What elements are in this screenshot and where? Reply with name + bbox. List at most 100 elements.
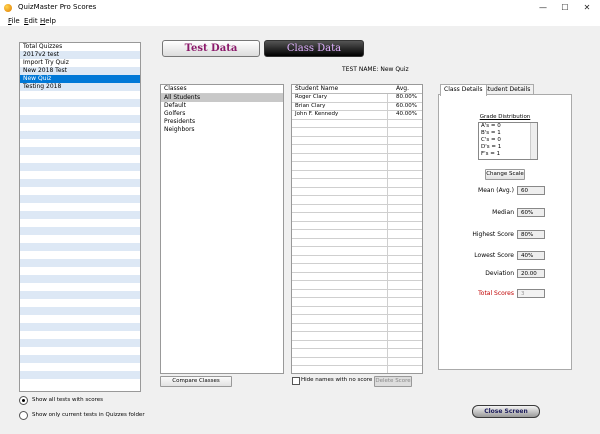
column-divider [387,281,388,289]
minimize-button[interactable]: — [532,1,554,15]
quiz-list-item[interactable]: Total Quizzes [20,43,140,51]
total-scores-field[interactable]: 3 [517,289,545,298]
show-all-option[interactable]: Show all tests with scores [19,395,103,405]
tab-class-details[interactable]: Class Details [440,84,487,96]
mean-field[interactable]: 60 [517,186,545,195]
menu-file[interactable]: File [8,17,20,25]
hide-names-checkbox[interactable] [292,377,300,385]
class-data-tab[interactable]: Class Data [264,40,364,57]
table-row[interactable] [292,289,422,298]
table-row[interactable] [292,196,422,205]
delete-score-button[interactable]: Delete Score [374,376,412,387]
table-row[interactable] [292,332,422,341]
column-divider [387,102,388,110]
table-row[interactable] [292,281,422,290]
class-list-item[interactable]: Default [161,102,283,110]
quiz-list-item[interactable]: Testing 2018 [20,83,140,91]
table-row[interactable]: Brian Clary 60.00% [292,102,422,111]
table-row[interactable] [292,340,422,349]
table-row[interactable] [292,145,422,154]
table-row[interactable]: John F. Kennedy 40.00% [292,111,422,120]
quiz-list-item [20,267,140,275]
table-row[interactable] [292,128,422,137]
quiz-list-item [20,123,140,131]
table-row[interactable] [292,366,422,373]
quiz-list-item [20,251,140,259]
table-row[interactable] [292,306,422,315]
table-row[interactable] [292,323,422,332]
close-window-button[interactable]: ✕ [576,1,598,15]
table-row[interactable] [292,221,422,230]
grade-distribution-list[interactable]: A's = 0 B's = 1 C's = 0 D's = 1 F's = 1 [478,122,538,160]
table-row[interactable] [292,238,422,247]
table-row[interactable] [292,187,422,196]
menu-help-label: elp [45,17,56,25]
table-row[interactable] [292,315,422,324]
show-current-option[interactable]: Show only current tests in Quizzes folde… [19,410,145,420]
quiz-list-item[interactable]: 2017v2 test [20,51,140,59]
quiz-list[interactable]: Total Quizzes 2017v2 test Import Try Quiz N… [19,42,141,392]
median-field[interactable]: 60% [517,208,545,217]
classes-list[interactable]: Classes All Students Default Golfers Presid… [160,84,284,374]
table-row[interactable] [292,247,422,256]
menu-edit-label: dit [28,17,38,25]
table-row[interactable] [292,272,422,281]
column-divider [387,213,388,221]
class-list-item[interactable]: All Students [161,94,283,102]
student-name-cell: Roger Clary [295,94,328,100]
table-row[interactable] [292,153,422,162]
highest-score-field[interactable]: 80% [517,230,545,239]
close-screen-button[interactable]: Close Screen [472,405,540,418]
lowest-score-field[interactable]: 40% [517,251,545,260]
table-row[interactable] [292,170,422,179]
table-row[interactable]: Roger Clary 80.00% [292,94,422,103]
test-data-tab[interactable]: Test Data [162,40,260,57]
quiz-list-item[interactable]: Import Try Quiz [20,59,140,67]
students-table[interactable]: Student Name Avg. Roger Clary 80.00% Brian… [291,84,423,374]
table-row[interactable] [292,357,422,366]
grade-list-scrollbar[interactable] [530,123,537,159]
column-divider [387,136,388,144]
maximize-button[interactable]: ☐ [554,1,576,15]
table-row[interactable] [292,119,422,128]
class-list-item[interactable]: Neighbors [161,126,283,134]
menu-bar: File Edit Help [0,16,600,26]
quiz-list-item [20,91,140,99]
table-row[interactable] [292,136,422,145]
show-current-label: Show only current tests in Quizzes folde… [32,412,145,418]
class-list-item[interactable]: Golfers [161,110,283,118]
quiz-list-item[interactable]: New 2018 Test [20,67,140,75]
table-row[interactable] [292,298,422,307]
grade-distribution-title: Grade Distribution [439,114,571,120]
column-divider [387,221,388,229]
show-current-radio[interactable] [19,410,28,420]
table-row[interactable] [292,204,422,213]
table-row[interactable] [292,230,422,239]
table-row[interactable] [292,349,422,358]
quiz-list-item [20,227,140,235]
menu-help[interactable]: Help [40,17,56,25]
column-divider [387,119,388,127]
quiz-list-item [20,323,140,331]
table-row[interactable] [292,255,422,264]
quiz-list-item [20,107,140,115]
show-all-radio[interactable] [19,395,28,405]
table-row[interactable] [292,179,422,188]
table-row[interactable] [292,213,422,222]
menu-edit[interactable]: Edit [24,17,38,25]
column-divider [387,94,388,102]
class-list-item[interactable]: Presidents [161,118,283,126]
table-row[interactable] [292,264,422,273]
quiz-list-item [20,203,140,211]
deviation-field[interactable]: 20.00 [517,269,545,278]
quiz-list-item [20,235,140,243]
compare-classes-button[interactable]: Compare Classes [160,376,232,387]
quiz-list-item [20,115,140,123]
table-row[interactable] [292,162,422,171]
quiz-list-item[interactable]: New Quiz [20,75,140,83]
change-scale-button[interactable]: Change Scale [485,169,525,180]
grade-count-item: A's = 0 [481,123,501,129]
quiz-list-item [20,179,140,187]
column-divider [387,230,388,238]
quiz-list-item [20,195,140,203]
